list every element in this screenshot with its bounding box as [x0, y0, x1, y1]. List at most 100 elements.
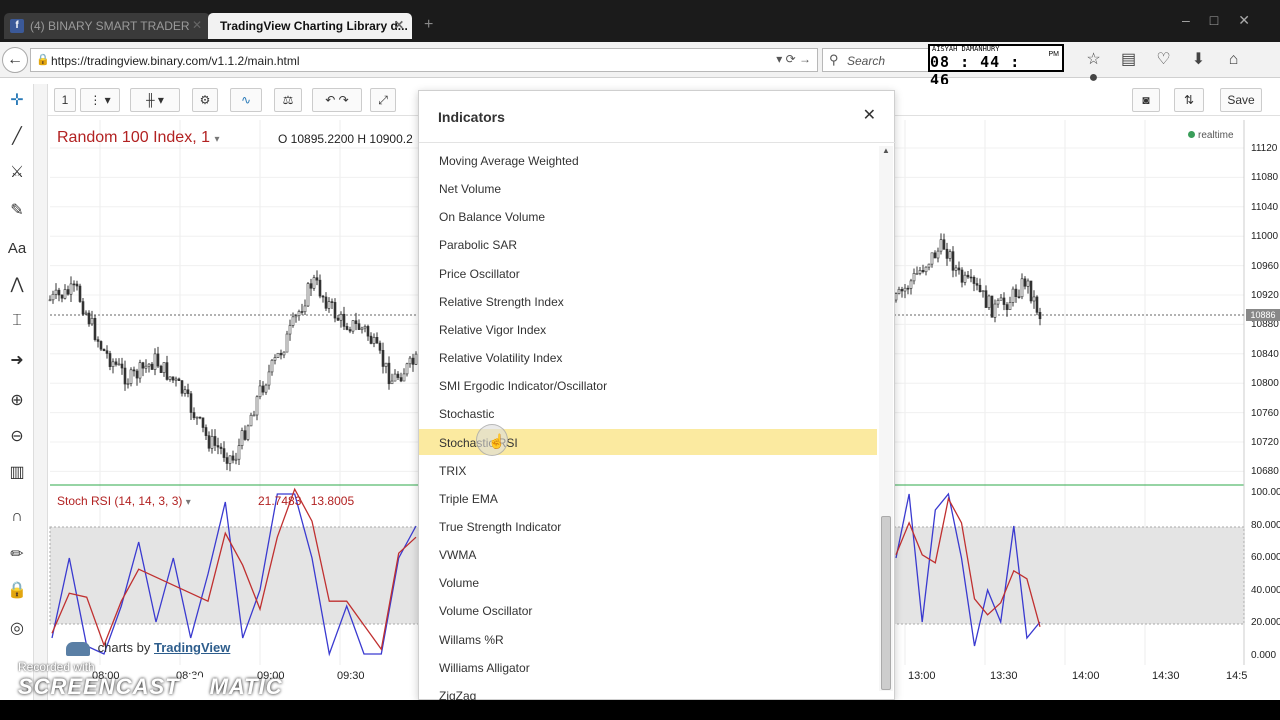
candle-body: [384, 362, 388, 367]
indicator-list-item[interactable]: Parabolic SAR: [419, 231, 877, 257]
candle-body: [972, 277, 976, 284]
ruler-icon[interactable]: ▥: [6, 462, 28, 484]
candle-body: [318, 279, 322, 297]
indicator-list-item[interactable]: Relative Strength Index: [419, 288, 877, 314]
indicator-list-item[interactable]: Triple EMA: [419, 485, 877, 511]
indicator-list-item[interactable]: Relative Volatility Index: [419, 344, 877, 370]
candle-body: [402, 373, 406, 382]
candle-body: [906, 287, 910, 290]
arrow-icon[interactable]: ➜: [6, 350, 28, 372]
pencil-icon[interactable]: ✏: [6, 544, 28, 566]
indicator-list-item[interactable]: Williams Alligator: [419, 654, 877, 680]
fullscreen-icon[interactable]: ⤢: [370, 88, 396, 112]
candle-body: [366, 326, 370, 337]
candle-body: [1035, 296, 1039, 313]
scrollbar-thumb[interactable]: [881, 516, 891, 690]
candle-body: [267, 371, 271, 386]
candle-body: [414, 353, 418, 365]
scroll-up-icon[interactable]: ▲: [882, 146, 890, 155]
indicator-list-item[interactable]: Stochastic: [419, 400, 877, 426]
candle-body: [84, 312, 88, 315]
screencast-brand: SCREENCAST: [18, 674, 180, 699]
indicator-list-item[interactable]: ZigZag: [419, 682, 877, 701]
time-tick-label: 14:30: [1152, 670, 1180, 682]
candle-body: [408, 357, 412, 365]
chevron-down-icon[interactable]: ▾: [186, 497, 191, 508]
indicator-list-item[interactable]: Relative Vigor Index: [419, 316, 877, 342]
measure-icon[interactable]: ⌶: [6, 310, 28, 332]
candle-body: [300, 311, 304, 313]
magnet-icon[interactable]: ∩: [6, 506, 28, 528]
text-icon[interactable]: Aa: [6, 238, 28, 260]
indicators-icon[interactable]: ∿: [230, 88, 262, 112]
candle-body: [999, 297, 1003, 301]
symbol-legend[interactable]: Random 100 Index, 1 ▾: [57, 129, 219, 147]
indicator-list-item[interactable]: Net Volume: [419, 175, 877, 201]
candle-body: [168, 376, 172, 380]
candle-body: [336, 317, 340, 321]
screencast-overlay: Recorded with SCREENCAST MATIC: [18, 660, 283, 702]
oscillator-tick-label: 60.000: [1251, 552, 1280, 564]
fib-icon[interactable]: ⚔: [6, 162, 28, 184]
price-tick-label: 10920: [1251, 290, 1279, 301]
price-tick-label: 11080: [1251, 172, 1279, 184]
toolbar-collapse-strip[interactable]: [34, 84, 48, 700]
trendline-icon[interactable]: ╱: [6, 126, 28, 148]
candle-body: [210, 436, 214, 449]
candle-body: [171, 376, 175, 381]
candle-body: [1038, 312, 1042, 320]
candle-body: [87, 312, 91, 325]
indicator-list-item[interactable]: TRIX: [419, 457, 877, 483]
watermark-brand[interactable]: TradingView: [154, 640, 230, 655]
indicator-list-scrollbar[interactable]: ▲: [879, 146, 893, 691]
zoom-out-icon[interactable]: ⊖: [6, 426, 28, 448]
candle-body: [912, 273, 916, 282]
candle-body: [183, 389, 187, 394]
chevron-down-icon[interactable]: ▾: [214, 134, 219, 145]
indicator-list-item[interactable]: Moving Average Weighted: [419, 147, 877, 173]
zoom-in-icon[interactable]: ⊕: [6, 390, 28, 412]
hide-icon[interactable]: ◎: [6, 618, 28, 640]
camera-icon[interactable]: ◙: [1132, 88, 1160, 112]
candle-body: [411, 357, 415, 365]
indicator-list-item[interactable]: Volume: [419, 569, 877, 595]
lock-drawings-icon[interactable]: 🔒: [6, 580, 28, 602]
indicator-list-item[interactable]: On Balance Volume: [419, 203, 877, 229]
candle-body: [306, 283, 310, 307]
interval-dropdown[interactable]: ⋮ ▾: [80, 88, 120, 112]
candle-body: [102, 348, 106, 352]
dialog-title: Indicators: [438, 109, 505, 125]
tradingview-watermark[interactable]: charts by TradingView: [66, 640, 230, 656]
indicator-list-item[interactable]: SMI Ergodic Indicator/Oscillator: [419, 372, 877, 398]
indicator-list-item[interactable]: True Strength Indicator: [419, 513, 877, 539]
candle-body: [981, 290, 985, 292]
settings-icon[interactable]: ⚙: [192, 88, 218, 112]
candle-body: [348, 329, 352, 332]
indicator-list-item[interactable]: Volume Oscillator: [419, 597, 877, 623]
indicator-list-item[interactable]: Willams %R: [419, 626, 877, 652]
candle-body: [405, 363, 409, 375]
indicator-list-item[interactable]: VWMA: [419, 541, 877, 567]
time-tick-label: 13:00: [908, 670, 936, 682]
close-icon[interactable]: ✕: [863, 105, 876, 125]
candle-body: [909, 280, 913, 289]
candle-body: [969, 276, 973, 279]
candle-body: [138, 362, 142, 379]
chart-type-icon[interactable]: ╫ ▾: [130, 88, 180, 112]
save-button[interactable]: Save: [1220, 88, 1262, 112]
candle-body: [369, 335, 373, 344]
compare-icon[interactable]: ⚖: [274, 88, 302, 112]
oscillator-legend[interactable]: Stoch RSI (14, 14, 3, 3) ▾: [57, 494, 191, 508]
candle-body: [933, 252, 937, 259]
interval-button[interactable]: 1: [54, 88, 76, 112]
brush-icon[interactable]: ✎: [6, 200, 28, 222]
crosshair-icon[interactable]: ✛: [6, 90, 28, 112]
candle-body: [1020, 278, 1024, 298]
undo-redo-icon[interactable]: ↶ ↷: [312, 88, 362, 112]
indicator-list-item[interactable]: Price Oscillator: [419, 260, 877, 286]
candle-body: [264, 384, 268, 393]
candle-body: [915, 273, 919, 275]
sort-icon[interactable]: ⇅: [1174, 88, 1204, 112]
price-tick-label: 11120: [1251, 143, 1278, 154]
pattern-icon[interactable]: ⋀: [6, 274, 28, 296]
